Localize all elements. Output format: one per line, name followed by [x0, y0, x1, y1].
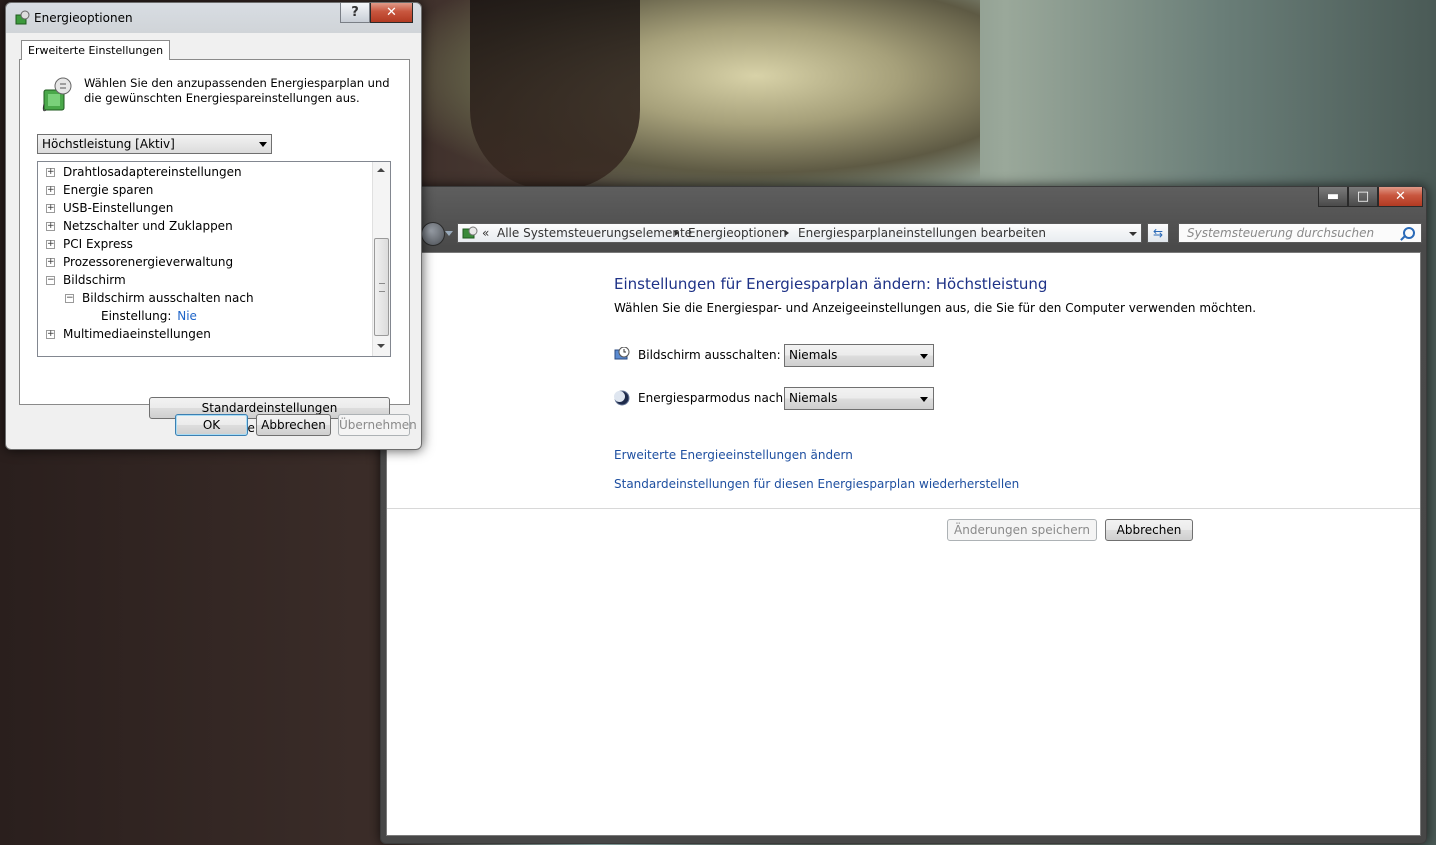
tree-item-label: Prozessorenergieverwaltung: [63, 255, 234, 269]
recent-pages-dropdown[interactable]: [445, 231, 453, 236]
scrollbar-thumb[interactable]: [374, 238, 389, 336]
dialog-title: Energieoptionen: [34, 11, 133, 25]
content-pane: Einstellungen für Energiesparplan ändern…: [386, 252, 1421, 836]
sleep-select[interactable]: Niemals: [784, 387, 934, 410]
page-subtitle: Wählen Sie die Energiespar- und Anzeigee…: [614, 301, 1257, 315]
power-options-dialog: Energieoptionen ? ✕ Erweiterte Einstellu…: [5, 2, 422, 450]
intro-text: Wählen Sie den anzupassenden Energiespar…: [84, 76, 390, 105]
tree-item-label: Netzschalter und Zuklappen: [63, 219, 233, 233]
cancel-button[interactable]: Abbrechen: [1105, 519, 1193, 541]
power-plan-icon: [15, 10, 30, 25]
monitor-clock-icon: [614, 347, 630, 360]
power-plan-select[interactable]: Höchstleistung [Aktiv]: [37, 134, 272, 154]
setting-value-link[interactable]: Nie: [177, 309, 197, 323]
power-plan-value: Höchstleistung [Aktiv]: [42, 137, 175, 151]
sleep-value: Niemals: [789, 391, 838, 405]
collapse-icon[interactable]: −: [65, 294, 74, 303]
tree-item-label: Multimediaeinstellungen: [63, 327, 211, 341]
settings-tree[interactable]: + Drahtlosadaptereinstellungen + Energie…: [37, 161, 391, 357]
divider: [387, 508, 1420, 509]
chevron-down-icon: [920, 397, 928, 402]
advanced-settings-link[interactable]: Erweiterte Energieeinstellungen ändern: [614, 448, 853, 462]
breadcrumb-overflow[interactable]: «: [482, 224, 489, 242]
page-title: Einstellungen für Energiesparplan ändern…: [614, 275, 1048, 293]
expand-icon[interactable]: +: [46, 186, 55, 195]
apply-button[interactable]: Übernehmen: [338, 414, 417, 436]
breadcrumb-all-items[interactable]: Alle Systemsteuerungselemente: [497, 224, 692, 242]
breadcrumb-edit-plan[interactable]: Energiesparplaneinstellungen bearbeiten: [798, 224, 1046, 242]
cancel-button[interactable]: Abbrechen: [256, 414, 331, 436]
chevron-down-icon: [920, 354, 928, 359]
search-placeholder: Systemsteuerung durchsuchen: [1187, 226, 1375, 240]
address-bar[interactable]: « Alle Systemsteuerungselemente Energieo…: [457, 223, 1142, 243]
tree-scrollbar[interactable]: [372, 162, 390, 356]
restore-defaults-link[interactable]: Standardeinstellungen für diesen Energie…: [614, 477, 1019, 491]
screen-off-label: Bildschirm ausschalten:: [638, 348, 781, 362]
search-icon[interactable]: [1403, 227, 1415, 239]
address-dropdown-icon[interactable]: [1129, 232, 1137, 236]
breadcrumb-separator-icon[interactable]: [785, 230, 789, 236]
tab-advanced-settings[interactable]: Erweiterte Einstellungen: [21, 40, 171, 60]
back-button[interactable]: [421, 222, 445, 246]
tree-item-label: Bildschirm: [63, 273, 126, 287]
expand-icon[interactable]: +: [46, 168, 55, 177]
control-panel-icon: [462, 226, 478, 239]
breadcrumb-power-options[interactable]: Energieoptionen: [688, 224, 787, 242]
control-panel-window: ▬ □ ✕ « Alle Systemsteuerungselemente En…: [380, 186, 1427, 844]
tree-item-label: Energie sparen: [63, 183, 154, 197]
tree-setting-row[interactable]: Einstellung: Nie: [101, 307, 197, 325]
tab-panel: Wählen Sie den anzupassenden Energiespar…: [19, 59, 410, 435]
screen-off-select[interactable]: Niemals: [784, 344, 934, 367]
setting-label: Einstellung:: [101, 309, 172, 323]
refresh-button[interactable]: ⇆: [1147, 223, 1169, 243]
tree-item-label: Bildschirm ausschalten nach: [82, 291, 254, 305]
tree-item-label: USB-Einstellungen: [63, 201, 174, 215]
ok-button[interactable]: OK: [175, 414, 248, 436]
expand-icon[interactable]: +: [46, 258, 55, 267]
window-close-button[interactable]: ✕: [1378, 187, 1423, 207]
sleep-label: Energiesparmodus nach:: [638, 391, 788, 405]
tree-item-label: PCI Express: [63, 237, 133, 251]
dialog-body: Erweiterte Einstellungen Wählen Sie den …: [9, 33, 417, 445]
tree-item-label: Drahtlosadaptereinstellungen: [63, 165, 242, 179]
scroll-down-icon[interactable]: [377, 344, 385, 348]
wallpaper-hair: [470, 0, 640, 190]
breadcrumb-separator-icon[interactable]: [675, 230, 679, 236]
dialog-close-button[interactable]: ✕: [370, 3, 413, 23]
scroll-up-icon[interactable]: [377, 168, 385, 172]
battery-plug-icon: [42, 77, 72, 112]
chevron-down-icon: [259, 142, 267, 147]
expand-icon[interactable]: +: [46, 204, 55, 213]
search-input[interactable]: Systemsteuerung durchsuchen: [1178, 223, 1422, 243]
maximize-button[interactable]: □: [1348, 187, 1378, 207]
expand-icon[interactable]: +: [46, 240, 55, 249]
save-changes-button[interactable]: Änderungen speichern: [947, 519, 1097, 541]
collapse-icon[interactable]: −: [46, 276, 55, 285]
help-button[interactable]: ?: [340, 3, 370, 23]
screen-off-value: Niemals: [789, 348, 838, 362]
grip-icon: [379, 283, 385, 292]
moon-icon: [614, 390, 630, 406]
expand-icon[interactable]: +: [46, 222, 55, 231]
expand-icon[interactable]: +: [46, 330, 55, 339]
minimize-button[interactable]: ▬: [1318, 187, 1348, 207]
